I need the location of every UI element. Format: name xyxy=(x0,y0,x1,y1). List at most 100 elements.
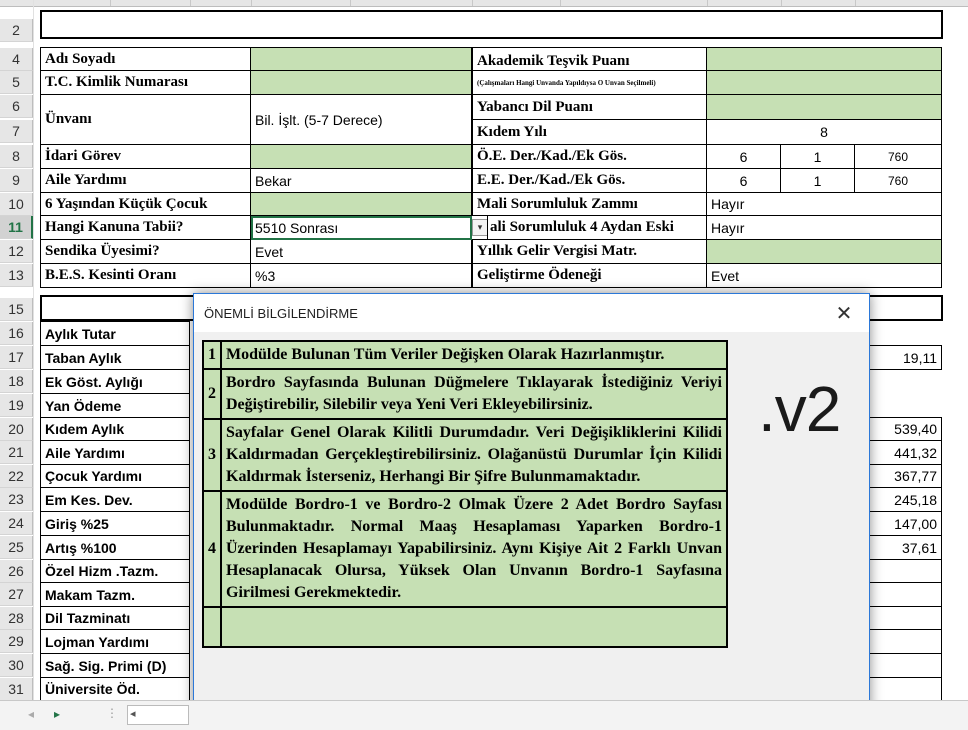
input-mali[interactable]: Hayır xyxy=(706,192,942,216)
pay-item: Aylık Tutar xyxy=(40,321,190,346)
input-aile[interactable]: Bekar xyxy=(250,168,472,193)
note-number: 1 xyxy=(202,340,222,370)
input-yabanci[interactable] xyxy=(706,94,942,120)
label-bes: B.E.S. Kesinti Oranı xyxy=(40,263,251,288)
row-header[interactable]: 2 xyxy=(0,19,33,42)
input-cocuk6[interactable] xyxy=(250,192,472,216)
row-header[interactable]: 8 xyxy=(0,145,33,168)
input-gelistirme[interactable]: Evet xyxy=(706,263,942,288)
row-header[interactable]: 24 xyxy=(0,512,33,535)
note-row: 4 Modülde Bordro-1 ve Bordro-2 Olmak Üze… xyxy=(202,490,728,608)
value-r20[interactable]: 539,40 xyxy=(868,417,942,441)
row-header[interactable]: 19 xyxy=(0,394,33,417)
row-header[interactable]: 17 xyxy=(0,346,33,369)
row-header[interactable]: 30 xyxy=(0,654,33,677)
value-r27[interactable] xyxy=(868,582,942,607)
row-header[interactable]: 10 xyxy=(0,193,33,216)
label-gelistirme: Geliştirme Ödeneği xyxy=(472,263,707,288)
pay-item: Kıdem Aylık xyxy=(40,417,190,441)
row-header[interactable]: 20 xyxy=(0,418,33,441)
dropdown-arrow-icon[interactable]: ▾ xyxy=(472,219,488,236)
row-header[interactable]: 15 xyxy=(0,298,33,321)
label-akademik-note: (Çalışmaları Hangi Unvanda Yapıldıysa O … xyxy=(472,70,707,95)
pay-item: Ek Göst. Aylığı xyxy=(40,369,190,394)
note-text: Modülde Bordro-1 ve Bordro-2 Olmak Üzere… xyxy=(220,490,728,608)
info-dialog[interactable]: ÖNEMLİ BİLGİLENDİRME ✕ 1 Modülde Bulunan… xyxy=(193,293,870,729)
input-bes[interactable]: %3 xyxy=(250,263,472,288)
input-oe-der[interactable]: 6 xyxy=(706,144,781,169)
input-idari[interactable] xyxy=(250,144,472,169)
row-header[interactable]: 4 xyxy=(0,48,33,71)
note-number xyxy=(202,606,222,648)
scroll-left-icon[interactable]: ◂ xyxy=(130,707,136,720)
row-header[interactable]: 25 xyxy=(0,536,33,559)
input-oe-ek[interactable]: 760 xyxy=(854,144,942,169)
input-ad-soyadi[interactable] xyxy=(250,47,472,71)
label-idari: İdari Görev xyxy=(40,144,251,169)
input-sendika[interactable]: Evet xyxy=(250,239,472,264)
pay-item: Yan Ödeme xyxy=(40,393,190,418)
dialog-titlebar[interactable]: ÖNEMLİ BİLGİLENDİRME ✕ xyxy=(194,294,869,332)
input-ee-ek[interactable]: 760 xyxy=(854,168,942,193)
note-number: 4 xyxy=(202,490,222,608)
row-header[interactable]: 9 xyxy=(0,169,33,192)
label-oe: Ö.E. Der./Kad./Ek Gös. xyxy=(472,144,707,169)
value-r31[interactable] xyxy=(868,677,942,700)
next-sheet-icon[interactable]: ▸ xyxy=(54,707,60,721)
value-r21[interactable]: 441,32 xyxy=(868,440,942,465)
value-r22[interactable]: 367,77 xyxy=(868,464,942,488)
row-header[interactable]: 12 xyxy=(0,240,33,263)
row-header[interactable]: 23 xyxy=(0,488,33,511)
version-label: .v2 xyxy=(758,373,841,445)
row-header-selected[interactable]: 11 xyxy=(0,216,33,239)
input-kidem[interactable]: 8 xyxy=(706,119,942,145)
value-r29[interactable] xyxy=(868,629,942,654)
pay-item: Lojman Yardımı xyxy=(40,629,190,654)
value-r24[interactable]: 147,00 xyxy=(868,511,942,536)
pay-item: Özel Hizm .Tazm. xyxy=(40,559,190,583)
input-vergi[interactable] xyxy=(706,239,942,264)
value-r26[interactable] xyxy=(868,559,942,583)
row-header[interactable]: 31 xyxy=(0,678,33,700)
label-yabanci: Yabancı Dil Puanı xyxy=(472,94,707,120)
pay-item: Makam Tazm. xyxy=(40,582,190,607)
row-header[interactable]: 21 xyxy=(0,441,33,464)
title-cell[interactable] xyxy=(40,10,943,39)
horizontal-scrollbar[interactable]: ◂ xyxy=(127,705,189,725)
value-r30[interactable] xyxy=(868,653,942,678)
label-ad-soyadi: Adı Soyadı xyxy=(40,47,251,71)
row-header[interactable]: 6 xyxy=(0,95,33,118)
row-header[interactable]: 29 xyxy=(0,630,33,653)
more-options-icon[interactable]: ⋮ xyxy=(106,706,118,720)
prev-sheet-icon[interactable]: ◂ xyxy=(28,707,34,721)
row-header[interactable]: 22 xyxy=(0,465,33,488)
input-mali4[interactable]: Hayır xyxy=(706,215,942,240)
input-unvani[interactable]: Bil. İşlt. (5-7 Derece) xyxy=(250,94,472,145)
label-mali4: ali Sorumluluk 4 Aydan Eski xyxy=(487,215,707,240)
row-header[interactable]: 18 xyxy=(0,370,33,393)
input-oe-kad[interactable]: 1 xyxy=(780,144,855,169)
row-header[interactable]: 27 xyxy=(0,583,33,606)
label-akademik: Akademik Teşvik Puanı xyxy=(472,47,707,71)
value-r28[interactable] xyxy=(868,606,942,630)
note-row: 2 Bordro Sayfasında Bulunan Düğmelere Tı… xyxy=(202,368,728,420)
pay-item: Giriş %25 xyxy=(40,511,190,536)
row-header[interactable]: 26 xyxy=(0,560,33,583)
input-ee-kad[interactable]: 1 xyxy=(780,168,855,193)
input-akademik-2[interactable] xyxy=(706,70,942,95)
row-header[interactable]: 5 xyxy=(0,71,33,94)
value-r23[interactable]: 245,18 xyxy=(868,487,942,512)
input-tc[interactable] xyxy=(250,70,472,95)
value-r17[interactable]: 19,11 xyxy=(868,345,942,370)
row-header[interactable]: 13 xyxy=(0,264,33,287)
input-akademik[interactable] xyxy=(706,47,942,71)
label-mali: Mali Sorumluluk Zammı xyxy=(472,192,707,216)
row-header[interactable]: 28 xyxy=(0,607,33,630)
row-header[interactable]: 7 xyxy=(0,120,33,143)
row-header[interactable]: 16 xyxy=(0,322,33,345)
value-r25[interactable]: 37,61 xyxy=(868,535,942,560)
input-ee-der[interactable]: 6 xyxy=(706,168,781,193)
note-text xyxy=(220,606,728,648)
close-icon[interactable]: ✕ xyxy=(829,301,859,326)
pay-item: Artış %100 xyxy=(40,535,190,560)
